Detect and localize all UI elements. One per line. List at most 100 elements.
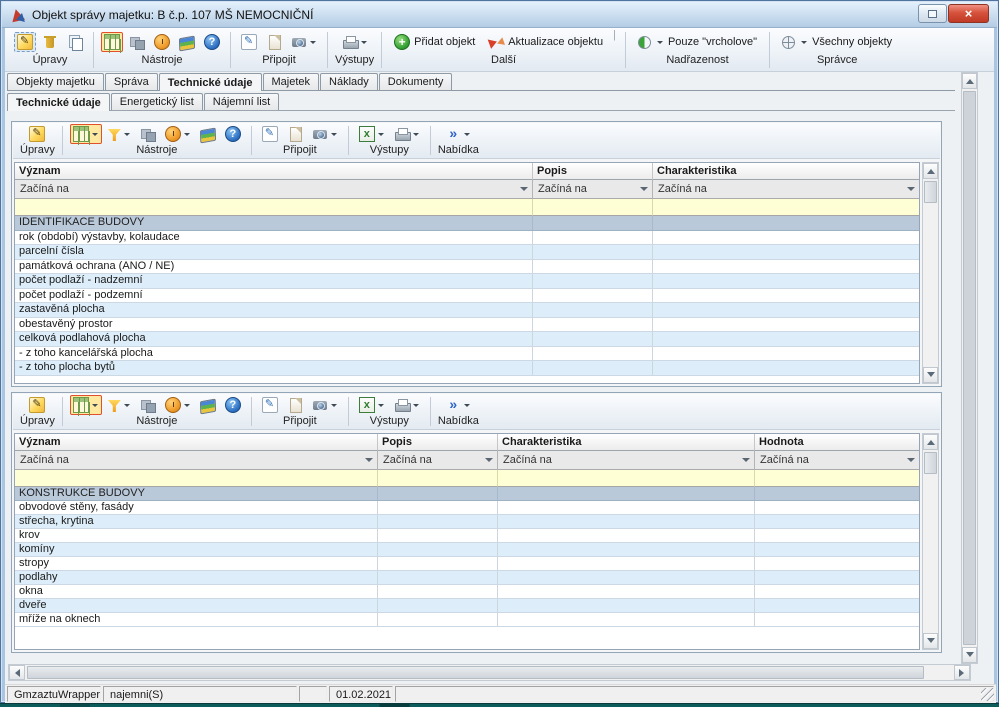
scroll-down-button[interactable]	[923, 633, 938, 649]
grid-excel-button[interactable]	[356, 395, 388, 415]
scrollbar-thumb[interactable]	[924, 452, 937, 474]
grid-excel-button[interactable]	[356, 124, 388, 144]
grid-document-button[interactable]	[284, 124, 306, 144]
note-button[interactable]	[238, 32, 260, 52]
filter-input[interactable]	[533, 199, 653, 216]
tab-technicke-udaje[interactable]: Technické údaje	[159, 73, 262, 91]
filter-input[interactable]	[653, 199, 919, 216]
grid1-vertical-scrollbar[interactable]	[922, 162, 939, 384]
grid-filter-button[interactable]	[105, 396, 134, 414]
table-row[interactable]: podlahy	[15, 571, 919, 585]
table-row[interactable]: památková ochrana (ANO / NE)	[15, 260, 919, 275]
filter-input[interactable]	[378, 470, 498, 487]
table-row[interactable]: krov	[15, 529, 919, 543]
table-row[interactable]: komíny	[15, 543, 919, 557]
table-row[interactable]: rok (období) výstavby, kolaudace	[15, 231, 919, 246]
scroll-down-button[interactable]	[923, 367, 938, 383]
table-row[interactable]: dveře	[15, 599, 919, 613]
table-row[interactable]: parcelní čísla	[15, 245, 919, 260]
scrollbar-thumb[interactable]	[963, 91, 976, 645]
grid-table-view-button[interactable]	[70, 124, 102, 144]
table-row[interactable]: okna	[15, 585, 919, 599]
table-row-section[interactable]: KONSTRUKCE BUDOVY	[15, 487, 919, 501]
grid-layers-button[interactable]	[197, 396, 219, 415]
grid-filter-button[interactable]	[105, 125, 134, 143]
table-row[interactable]: obvodové stěny, fasády	[15, 501, 919, 515]
scrollbar-thumb[interactable]	[924, 181, 937, 203]
layers-button[interactable]	[176, 33, 198, 52]
table-row-section[interactable]: IDENTIFIKACE BUDOVY	[15, 216, 919, 231]
print-button[interactable]	[339, 32, 371, 52]
scroll-left-button[interactable]	[9, 665, 25, 680]
restore-button[interactable]	[918, 4, 947, 23]
table-row[interactable]: počet podlaží - podzemní	[15, 289, 919, 304]
subtab-technicke-udaje[interactable]: Technické údaje	[7, 93, 110, 111]
grid-menu-button[interactable]	[442, 395, 474, 415]
filter-operator-select[interactable]: Začíná na	[15, 180, 533, 199]
grid-edit-button[interactable]	[26, 395, 48, 415]
document-button[interactable]	[263, 32, 285, 52]
table-row[interactable]: - z toho kancelářská plocha	[15, 347, 919, 362]
tab-dokumenty[interactable]: Dokumenty	[379, 73, 453, 90]
grid-camera-button[interactable]	[309, 395, 341, 415]
column-header-hodnota[interactable]: Hodnota	[755, 434, 919, 451]
table-row[interactable]: mříže na oknech	[15, 613, 919, 627]
table-row[interactable]: celková podlahová plocha	[15, 332, 919, 347]
column-header-vyznam[interactable]: Význam	[15, 434, 378, 451]
column-header-popis[interactable]: Popis	[533, 163, 653, 180]
table-view-button[interactable]	[101, 32, 123, 52]
close-button[interactable]: ×	[948, 4, 989, 23]
page-vertical-scrollbar[interactable]	[961, 72, 978, 664]
update-object-button[interactable]: Aktualizace objektu	[483, 32, 608, 52]
grid-relations-button[interactable]	[137, 395, 159, 415]
camera-button[interactable]	[288, 32, 320, 52]
filter-operator-select[interactable]: Začíná na	[15, 451, 378, 470]
filter-operator-select[interactable]: Začíná na	[533, 180, 653, 199]
history-button[interactable]	[151, 32, 173, 52]
grid-edit-button[interactable]	[26, 124, 48, 144]
copy-button[interactable]	[64, 32, 86, 52]
grid2-vertical-scrollbar[interactable]	[922, 433, 939, 650]
grid-camera-button[interactable]	[309, 124, 341, 144]
scroll-up-button[interactable]	[923, 434, 938, 450]
tab-majetek[interactable]: Majetek	[263, 73, 320, 90]
tab-naklady[interactable]: Náklady	[320, 73, 378, 90]
add-object-button[interactable]: Přidat objekt	[389, 32, 480, 52]
column-header-popis[interactable]: Popis	[378, 434, 498, 451]
tab-objekty-majetku[interactable]: Objekty majetku	[7, 73, 104, 90]
filter-operator-select[interactable]: Začíná na	[498, 451, 755, 470]
grid-relations-button[interactable]	[137, 124, 159, 144]
column-header-charakteristika[interactable]: Charakteristika	[498, 434, 755, 451]
grid-table-view-button[interactable]	[70, 395, 102, 415]
scroll-right-button[interactable]	[954, 665, 970, 680]
column-header-charakteristika[interactable]: Charakteristika	[653, 163, 919, 180]
tab-sprava[interactable]: Správa	[105, 73, 158, 90]
all-objects-button[interactable]: Všechny objekty	[777, 33, 897, 51]
filter-input[interactable]	[498, 470, 755, 487]
subtab-energeticky-list[interactable]: Energetický list	[111, 93, 203, 110]
grid-menu-button[interactable]	[442, 124, 474, 144]
filter-input[interactable]	[15, 470, 378, 487]
subtab-najemni-list[interactable]: Nájemní list	[204, 93, 279, 110]
filter-operator-select[interactable]: Začíná na	[755, 451, 919, 470]
table-row[interactable]: obestavěný prostor	[15, 318, 919, 333]
resize-grip[interactable]	[981, 688, 994, 701]
grid-print-button[interactable]	[391, 395, 423, 415]
scroll-up-button[interactable]	[962, 73, 977, 89]
grid-help-button[interactable]	[222, 124, 244, 144]
help-button[interactable]	[201, 32, 223, 52]
grid-document-button[interactable]	[284, 395, 306, 415]
filter-input[interactable]	[15, 199, 533, 216]
delete-button[interactable]	[39, 32, 61, 52]
grid-history-button[interactable]	[162, 124, 194, 144]
scrollbar-thumb[interactable]	[27, 666, 924, 679]
grid-print-button[interactable]	[391, 124, 423, 144]
grid-note-button[interactable]	[259, 124, 281, 144]
table-row[interactable]: zastavěná plocha	[15, 303, 919, 318]
grid-layers-button[interactable]	[197, 125, 219, 144]
filter-input[interactable]	[755, 470, 919, 487]
edit-button[interactable]	[14, 32, 36, 52]
only-top-objects-button[interactable]: Pouze "vrcholove"	[633, 33, 762, 51]
filter-operator-select[interactable]: Začíná na	[378, 451, 498, 470]
filter-operator-select[interactable]: Začíná na	[653, 180, 919, 199]
